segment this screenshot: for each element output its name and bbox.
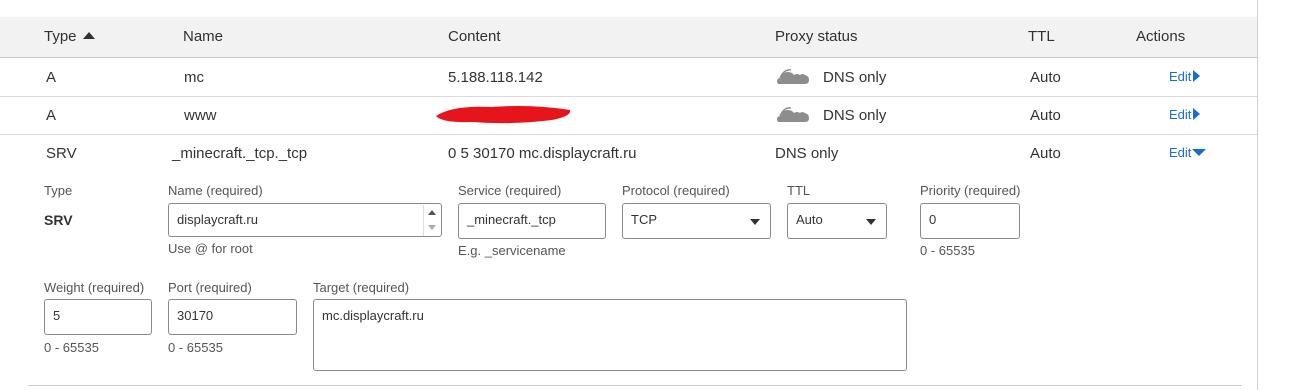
ttl-select[interactable]: Auto: [787, 203, 887, 239]
edit-label: Edit: [1169, 145, 1192, 160]
edit-label: Edit: [1169, 107, 1192, 122]
type-label: Type: [44, 183, 73, 198]
form-divider: [28, 385, 1242, 386]
table-row-expanded: SRV _minecraft._tcp._tcp 0 5 30170 mc.di…: [0, 134, 1257, 172]
panel-right-border: [1257, 0, 1258, 390]
priority-input-value: 0: [929, 212, 937, 227]
service-help: E.g. _servicename: [458, 243, 566, 258]
name-input-value: displaycraft.ru: [177, 212, 258, 227]
ttl-label: TTL: [787, 183, 811, 198]
column-header-ttl: TTL: [1028, 28, 1055, 45]
dns-only-cloud-icon: [777, 69, 809, 84]
column-header-name: Name: [183, 28, 224, 45]
edit-button-expanded[interactable]: Edit: [1169, 145, 1207, 160]
column-header-type-label: Type: [44, 28, 77, 45]
record-ttl: Auto: [1030, 107, 1061, 124]
record-proxy-status: DNS only: [823, 69, 887, 86]
edit-button[interactable]: Edit: [1169, 107, 1201, 122]
redaction-scribble: [436, 106, 571, 124]
caret-right-icon: [1193, 108, 1201, 120]
record-type: A: [46, 107, 57, 124]
protocol-label: Protocol (required): [622, 183, 730, 198]
column-header-content: Content: [448, 28, 501, 45]
column-header-proxy-status: Proxy status: [775, 28, 858, 45]
priority-help: 0 - 65535: [920, 243, 975, 258]
priority-label: Priority (required): [920, 183, 1021, 198]
record-proxy-status: DNS only: [775, 145, 839, 162]
port-input[interactable]: 30170: [168, 299, 297, 335]
priority-input[interactable]: 0: [920, 203, 1020, 239]
service-label: Service (required): [458, 183, 562, 198]
name-stepper[interactable]: [423, 205, 440, 236]
record-ttl: Auto: [1030, 145, 1061, 162]
port-input-value: 30170: [177, 308, 214, 323]
record-type: SRV: [46, 145, 77, 162]
weight-input[interactable]: 5: [44, 299, 152, 335]
name-label: Name (required): [168, 183, 263, 198]
column-header-actions: Actions: [1136, 28, 1186, 45]
name-help: Use @ for root: [168, 241, 253, 256]
chevron-up-icon[interactable]: [428, 210, 436, 215]
chevron-down-icon: [750, 219, 760, 225]
service-input-value: _minecraft._tcp: [467, 212, 556, 227]
target-textarea[interactable]: mc.displaycraft.ru: [313, 299, 907, 371]
type-value: SRV: [44, 212, 73, 228]
target-label: Target (required): [313, 280, 410, 295]
target-textarea-value: mc.displaycraft.ru: [322, 308, 424, 323]
record-proxy-status: DNS only: [823, 107, 887, 124]
record-name: _minecraft._tcp._tcp: [172, 145, 308, 162]
name-input[interactable]: displaycraft.ru: [168, 203, 442, 237]
weight-help: 0 - 65535: [44, 340, 99, 355]
caret-down-icon: [1192, 149, 1207, 156]
port-help: 0 - 65535: [168, 340, 223, 355]
protocol-select[interactable]: TCP: [622, 203, 771, 239]
table-row: A mc 5.188.118.142 DNS only Auto Edit: [0, 58, 1257, 97]
weight-label: Weight (required): [44, 280, 145, 295]
port-label: Port (required): [168, 280, 252, 295]
weight-input-value: 5: [53, 308, 61, 323]
record-content: 0 5 30170 mc.displaycraft.ru: [448, 145, 637, 162]
service-input[interactable]: _minecraft._tcp: [458, 203, 606, 239]
record-name: www: [184, 107, 217, 124]
protocol-select-value: TCP: [631, 212, 657, 227]
record-type: A: [46, 69, 57, 86]
edit-button[interactable]: Edit: [1169, 69, 1201, 84]
record-content: 5.188.118.142: [448, 69, 543, 86]
caret-right-icon: [1193, 70, 1201, 82]
chevron-down-icon[interactable]: [428, 225, 436, 230]
dns-only-cloud-icon: [777, 107, 809, 122]
sort-ascending-icon: [82, 32, 95, 39]
edit-label: Edit: [1169, 69, 1192, 84]
column-header-type[interactable]: Type: [44, 28, 95, 45]
record-name: mc: [184, 69, 204, 86]
chevron-down-icon: [866, 219, 876, 225]
table-header: Type Name Content Proxy status TTL Actio…: [0, 17, 1257, 58]
ttl-select-value: Auto: [796, 212, 823, 227]
record-ttl: Auto: [1030, 69, 1061, 86]
table-row: A www DNS only Auto Edit: [0, 96, 1257, 135]
